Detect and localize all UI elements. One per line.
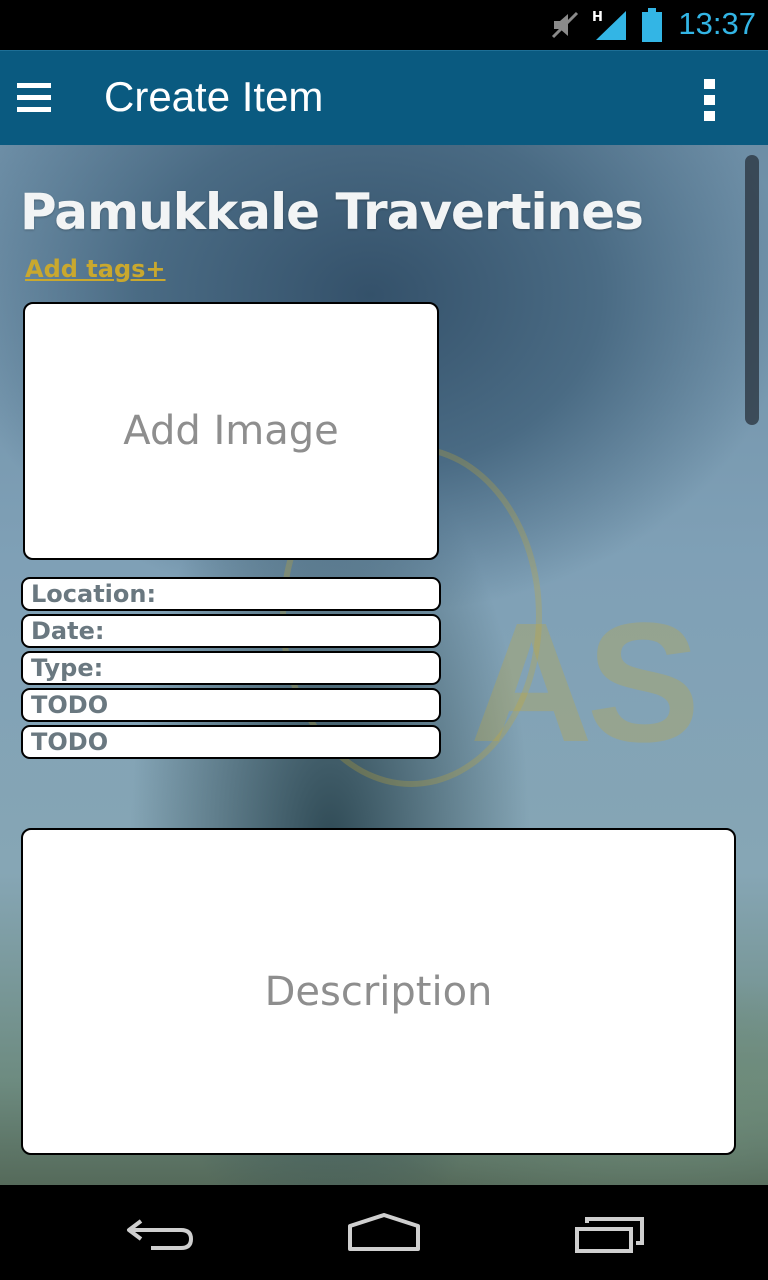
back-icon[interactable] [125, 1213, 195, 1253]
overflow-menu-icon[interactable] [704, 79, 720, 125]
date-field[interactable]: Date: [21, 614, 441, 648]
scrollbar[interactable] [745, 155, 759, 425]
add-image-button[interactable]: Add Image [23, 302, 439, 560]
menu-icon[interactable] [17, 83, 51, 113]
todo-field[interactable]: TODO [21, 725, 441, 759]
signal-icon: H [592, 10, 626, 40]
location-field[interactable]: Location: [21, 577, 441, 611]
battery-icon [642, 8, 662, 42]
add-tags-link[interactable]: Add tags+ [25, 255, 166, 283]
home-icon[interactable] [347, 1213, 421, 1253]
description-field[interactable]: Description [21, 828, 736, 1155]
svg-text:H: H [592, 10, 603, 25]
content-area: AS Pamukkale Travertines Add tags+ Add I… [0, 145, 768, 1185]
item-title[interactable]: Pamukkale Travertines [20, 183, 644, 241]
recent-apps-icon[interactable] [574, 1215, 646, 1255]
status-bar: H 13:37 [0, 0, 768, 50]
mute-icon [551, 11, 579, 39]
status-clock: 13:37 [678, 6, 756, 41]
todo-field[interactable]: TODO [21, 688, 441, 722]
page-title: Create Item [104, 73, 324, 120]
action-bar: Create Item [0, 50, 768, 145]
type-field[interactable]: Type: [21, 651, 441, 685]
navigation-bar [0, 1185, 768, 1280]
background-logo: AS [470, 588, 700, 778]
